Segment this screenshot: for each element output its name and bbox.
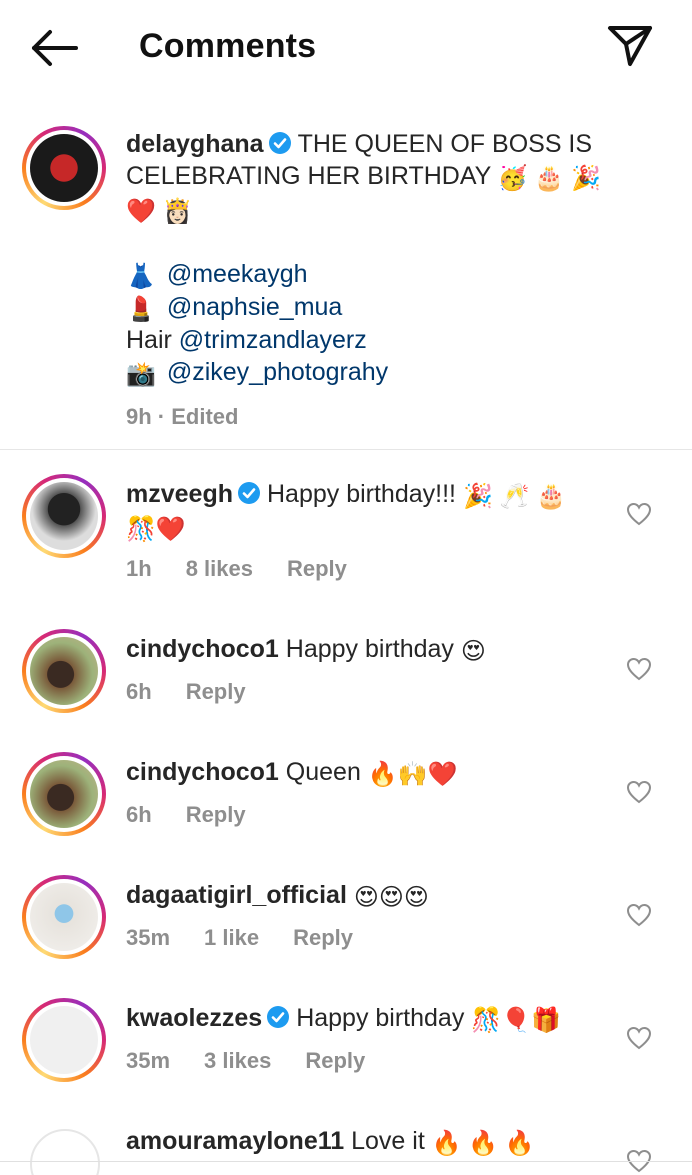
caption-emojis-2: ❤️ 👸🏻 bbox=[126, 198, 193, 225]
reply-button[interactable]: Reply bbox=[305, 1048, 365, 1073]
comment-row: cindychoco1 Happy birthday 😍 6h Reply bbox=[0, 625, 692, 735]
credit-line: Hair @trimzandlayerz bbox=[126, 326, 367, 354]
page-title: Comments bbox=[139, 27, 317, 65]
comment-text: dagaatigirl_official 😍😍😍 bbox=[126, 881, 429, 911]
post-caption: delayghana THE QUEEN OF BOSS IS CELEBRATI… bbox=[0, 110, 692, 450]
comment-username[interactable]: mzveegh bbox=[126, 480, 233, 508]
caption-emojis: 🥳 🎂 🎉 bbox=[497, 165, 601, 192]
back-button[interactable] bbox=[28, 26, 80, 70]
comment-row: amouramaylone11 Love it 🔥 🔥 🔥 bbox=[0, 1117, 692, 1175]
heart-icon[interactable] bbox=[626, 1026, 652, 1050]
heart-icon[interactable] bbox=[626, 903, 652, 927]
verified-badge-icon bbox=[267, 1006, 290, 1028]
divider bbox=[0, 1161, 692, 1162]
comment-meta: 35m 3 likes Reply bbox=[126, 1048, 366, 1073]
avatar[interactable] bbox=[30, 1129, 100, 1175]
avatar[interactable] bbox=[22, 474, 106, 558]
avatar[interactable] bbox=[22, 126, 106, 210]
credit-line: 📸 @zikey_photograhy bbox=[126, 358, 389, 388]
avatar[interactable] bbox=[22, 875, 106, 959]
comment-meta: 6h Reply bbox=[126, 802, 246, 827]
arrow-left-icon bbox=[32, 30, 78, 66]
comment-text: cindychoco1 Happy birthday 😍 bbox=[126, 635, 486, 665]
comment-username[interactable]: cindychoco1 bbox=[126, 758, 279, 786]
comment-username[interactable]: amouramaylone11 bbox=[126, 1127, 344, 1155]
reply-button[interactable]: Reply bbox=[293, 925, 353, 950]
likes-count[interactable]: 3 likes bbox=[204, 1048, 271, 1073]
comment-username[interactable]: dagaatigirl_official bbox=[126, 881, 347, 909]
avatar[interactable] bbox=[22, 752, 106, 836]
comment-meta: 6h Reply bbox=[126, 679, 246, 704]
caption-text: delayghana THE QUEEN OF BOSS IS CELEBRATI… bbox=[126, 128, 626, 433]
comment-row: mzveegh Happy birthday!!! 🎉 🥂 🎂 🎊❤️ 1h 8 l… bbox=[0, 470, 692, 610]
verified-badge-icon bbox=[268, 132, 291, 154]
comment-meta: 35m 1 like Reply bbox=[126, 925, 354, 950]
comment-username[interactable]: cindychoco1 bbox=[126, 635, 279, 663]
credit-line: 👗 @meekaygh bbox=[126, 260, 308, 290]
comment-text: cindychoco1 Queen 🔥🙌❤️ bbox=[126, 758, 458, 788]
comment-text: mzveegh Happy birthday!!! 🎉 🥂 🎂 🎊❤️ bbox=[126, 480, 566, 543]
likes-count[interactable]: 1 like bbox=[204, 925, 259, 950]
comment-row: cindychoco1 Queen 🔥🙌❤️ 6h Reply bbox=[0, 748, 692, 858]
mention-link[interactable]: @trimzandlayerz bbox=[179, 326, 367, 354]
avatar[interactable] bbox=[22, 998, 106, 1082]
top-bar: Comments bbox=[0, 0, 692, 96]
heart-icon[interactable] bbox=[626, 780, 652, 804]
reply-button[interactable]: Reply bbox=[186, 679, 246, 704]
mention-link[interactable]: @zikey_photograhy bbox=[167, 358, 388, 386]
comment-row: dagaatigirl_official 😍😍😍 35m 1 like Reply bbox=[0, 871, 692, 981]
likes-count[interactable]: 8 likes bbox=[186, 556, 253, 581]
comment-text: kwaolezzes Happy birthday 🎊🎈🎁 bbox=[126, 1004, 561, 1034]
paper-plane-icon bbox=[608, 26, 652, 66]
verified-badge-icon bbox=[237, 482, 260, 504]
comment-row: kwaolezzes Happy birthday 🎊🎈🎁 35m 3 likes R… bbox=[0, 994, 692, 1104]
mention-link[interactable]: @meekaygh bbox=[167, 260, 308, 288]
delay-show-logo bbox=[30, 134, 98, 202]
heart-icon[interactable] bbox=[626, 502, 652, 526]
mention-link[interactable]: @naphsie_mua bbox=[167, 293, 343, 321]
credit-line: 💄 @naphsie_mua bbox=[126, 293, 343, 323]
reply-button[interactable]: Reply bbox=[287, 556, 347, 581]
comment-username[interactable]: kwaolezzes bbox=[126, 1004, 262, 1032]
share-button[interactable] bbox=[604, 22, 656, 70]
caption-meta: 9h · Edited bbox=[126, 404, 239, 429]
reply-button[interactable]: Reply bbox=[186, 802, 246, 827]
caption-username[interactable]: delayghana bbox=[126, 130, 264, 158]
comment-meta: 1h 8 likes Reply bbox=[126, 556, 347, 581]
heart-icon[interactable] bbox=[626, 657, 652, 681]
comment-text: amouramaylone11 Love it 🔥 🔥 🔥 bbox=[126, 1127, 535, 1157]
avatar[interactable] bbox=[22, 629, 106, 713]
